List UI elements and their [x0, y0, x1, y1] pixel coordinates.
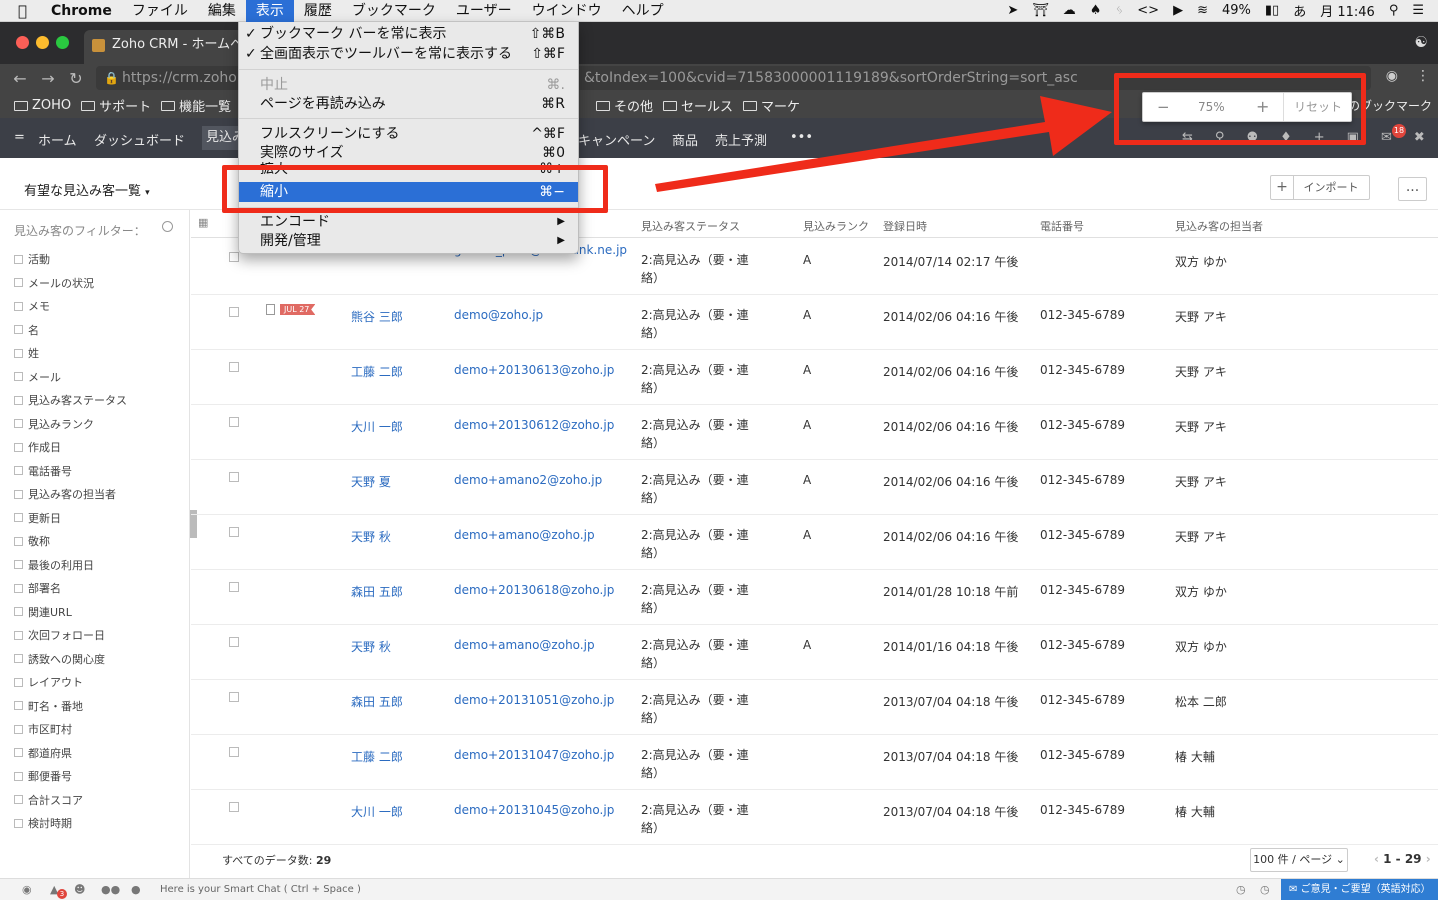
arrow-shape — [655, 96, 1112, 192]
annotation-arrow — [655, 96, 1112, 192]
